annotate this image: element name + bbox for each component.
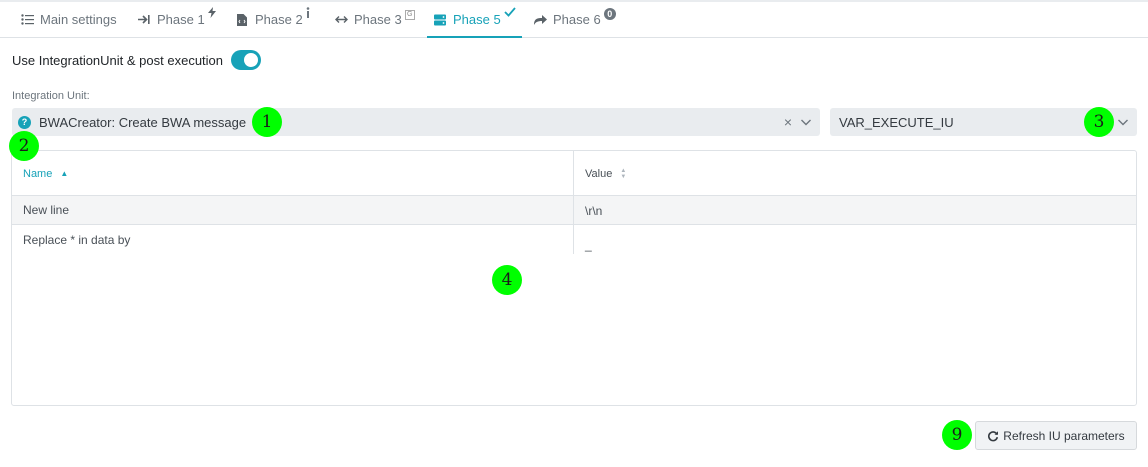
table-header: Name ▲ Value ▲ ▼ — [12, 151, 1136, 196]
refresh-iu-parameters-button[interactable]: Refresh IU parameters — [975, 421, 1137, 450]
clear-icon[interactable]: × — [784, 114, 792, 130]
tab-label: Phase 5 — [453, 12, 501, 27]
arrow-right-to-line-icon — [137, 13, 151, 27]
cell-name: Replace * in data by — [23, 233, 131, 247]
tab-label: Phase 1 — [157, 12, 205, 27]
cell-value[interactable]: \r\n — [585, 204, 602, 218]
tab-label: Main settings — [40, 12, 117, 27]
chevron-down-icon[interactable] — [1117, 116, 1129, 128]
annotation-marker: 3 — [1084, 107, 1114, 137]
tab-phase-6[interactable]: Phase 6 0 — [533, 2, 616, 37]
refresh-icon — [987, 430, 999, 442]
sort-ascending-icon: ▲ — [60, 169, 69, 178]
sort-icon: ▲ ▼ — [620, 167, 627, 180]
tab-label: Phase 3 — [354, 12, 402, 27]
annotation-marker: 2 — [9, 131, 39, 161]
integration-unit-label: Integration Unit: — [12, 90, 90, 102]
table-row[interactable]: Replace * in data by _ — [12, 225, 1136, 254]
arrows-horizontal-icon — [334, 13, 348, 27]
integration-unit-value: BWACreator: Create BWA message — [39, 114, 247, 130]
check-icon — [504, 7, 516, 20]
tab-phase-5[interactable]: Phase 5 — [427, 2, 522, 38]
iu-parameters-table: Name ▲ Value ▲ ▼ New line \r\n Replace * … — [11, 150, 1137, 406]
toggle-knob — [244, 53, 259, 67]
annotation-marker: 1 — [252, 107, 282, 137]
tab-phase-3[interactable]: Phase 3 G — [334, 2, 415, 37]
cell-name: New line — [23, 203, 70, 217]
tab-label: Phase 2 — [255, 12, 303, 27]
table-row[interactable]: New line \r\n — [12, 196, 1136, 225]
refresh-button-label: Refresh IU parameters — [1003, 428, 1125, 443]
help-icon: ? — [18, 115, 31, 129]
server-icon — [433, 13, 447, 27]
variable-value: VAR_EXECUTE_IU — [839, 114, 954, 130]
list-icon — [20, 13, 34, 27]
active-tab-indicator — [427, 36, 522, 38]
tab-label: Phase 6 — [553, 12, 601, 27]
file-code-icon — [235, 13, 249, 27]
tab-phase-2[interactable]: Phase 2 — [235, 2, 310, 37]
annotation-marker: 4 — [492, 265, 522, 295]
bolt-icon — [207, 6, 216, 21]
integration-toggle-row: Use IntegrationUnit & post execution — [12, 49, 262, 71]
square-icon: G — [404, 8, 415, 20]
tab-phase-1[interactable]: Phase 1 — [137, 2, 216, 37]
chevron-down-icon[interactable] — [800, 116, 812, 128]
column-header-value[interactable]: Value ▲ ▼ — [585, 151, 626, 196]
info-icon — [306, 6, 310, 21]
annotation-marker: 9 — [942, 420, 972, 450]
toggle-label: Use IntegrationUnit & post execution — [12, 52, 224, 68]
share-icon — [533, 13, 547, 27]
tab-main-settings[interactable]: Main settings — [20, 2, 117, 37]
integration-unit-select[interactable]: ? BWACreator: Create BWA message × — [12, 108, 820, 136]
count-badge: 0 — [603, 7, 616, 20]
phase-tabs: Main settings Phase 1 Phase 2 Phase 3 G … — [0, 2, 1148, 38]
use-integration-unit-toggle[interactable] — [231, 50, 262, 70]
column-divider — [573, 151, 574, 254]
cell-value[interactable]: _ — [585, 238, 592, 252]
